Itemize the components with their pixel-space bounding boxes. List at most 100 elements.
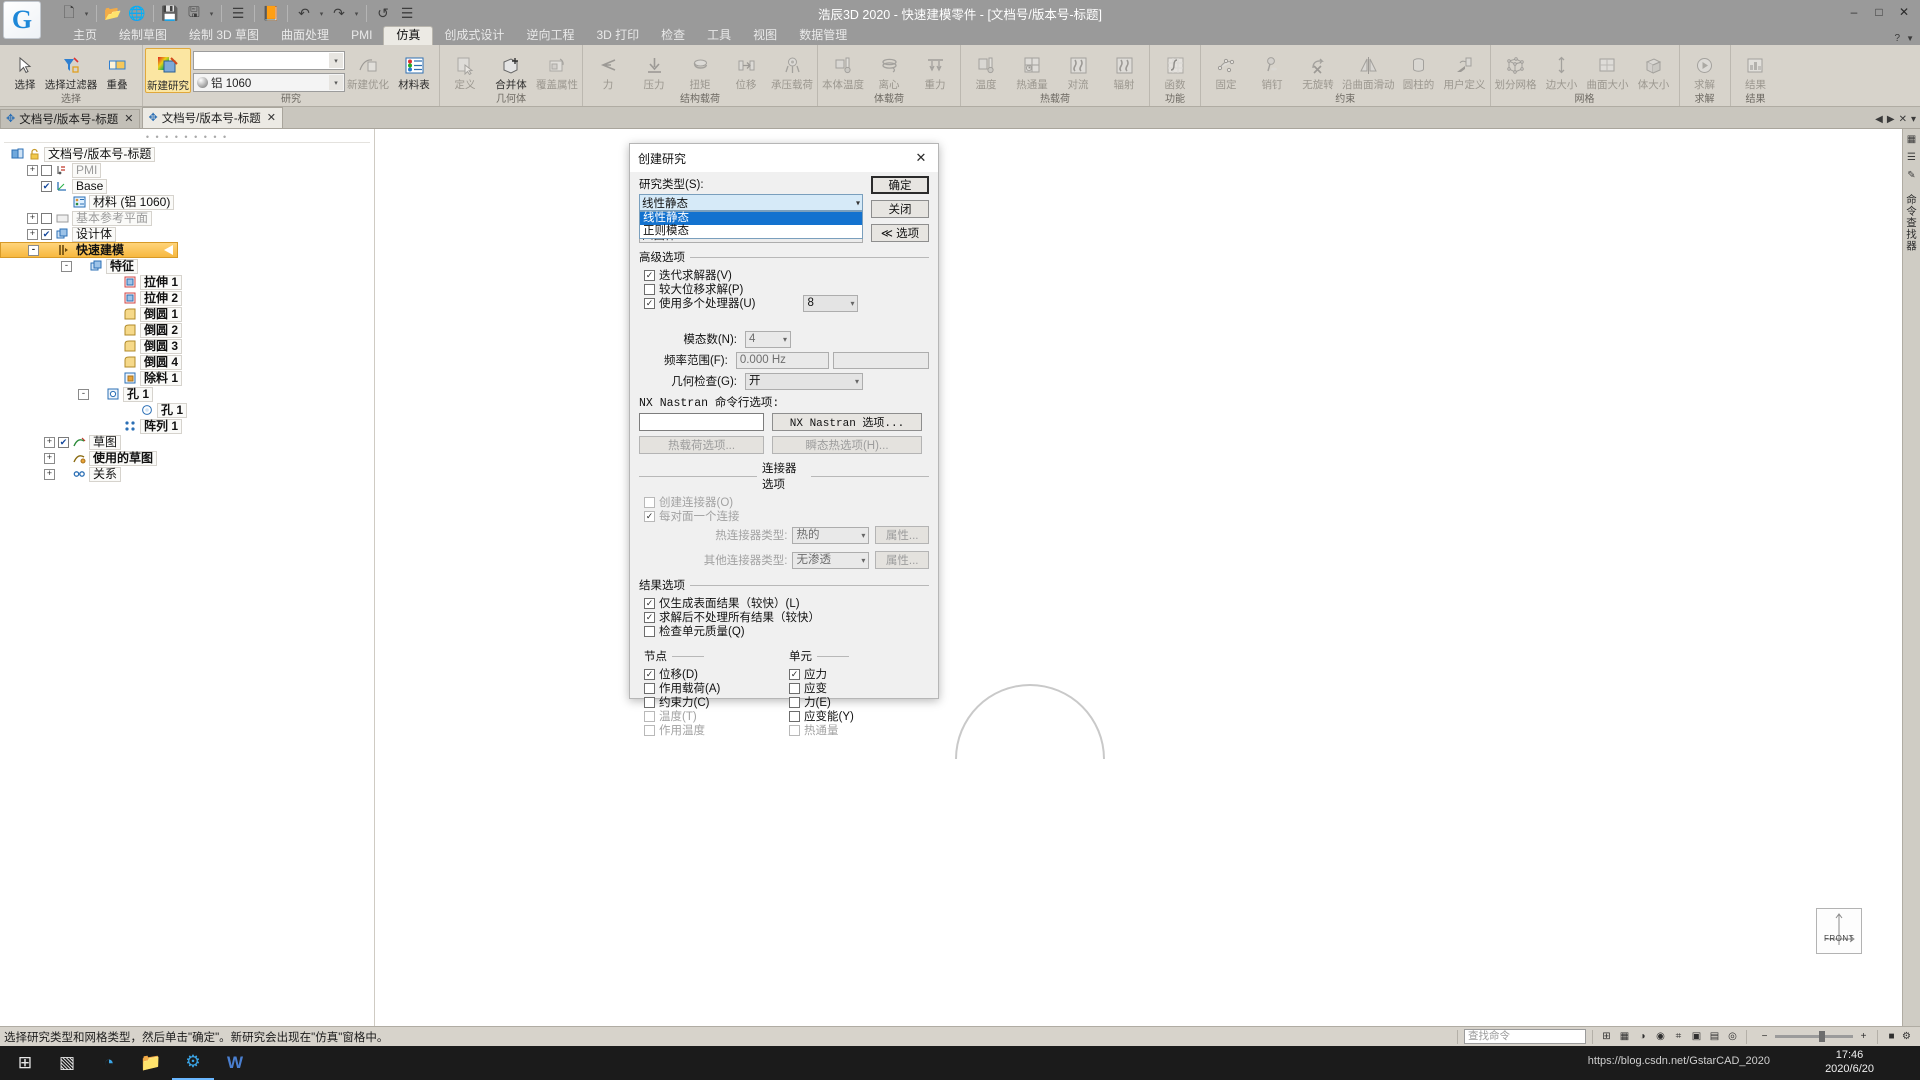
tab-sketch-2d[interactable]: 绘制草图 [108, 27, 178, 45]
panel-edit-icon[interactable]: ✎ [1904, 168, 1919, 183]
panel-list-icon[interactable]: ☰ [1904, 150, 1919, 165]
ribbon-button-surface-size[interactable]: 曲面大小 [1585, 48, 1631, 91]
tree-item-10[interactable]: 倒圆 1 [0, 306, 374, 322]
ribbon-button-temperature[interactable]: 温度 [963, 48, 1009, 91]
ribbon-button-select-filter[interactable]: 选择过滤器 [45, 48, 97, 91]
tree-item-19[interactable]: + 使用的草图 [0, 450, 374, 466]
tree-item-12[interactable]: 倒圆 3 [0, 338, 374, 354]
view-style-icon-3[interactable]: ◑ [1635, 1030, 1650, 1044]
view-style-icon-6[interactable]: ▣ [1689, 1030, 1704, 1044]
ok-button[interactable]: 确定 [871, 176, 929, 194]
new-file-icon[interactable]: 🗋 [58, 3, 80, 25]
close-document-icon[interactable]: ✕ [1899, 114, 1907, 125]
view-style-icon-4[interactable]: ◉ [1653, 1030, 1668, 1044]
tree-item-14[interactable]: 除料 1 [0, 370, 374, 386]
tab-reverse-engineering[interactable]: 逆向工程 [515, 27, 585, 45]
check-element-heat-flux[interactable]: 热通量 [789, 723, 919, 737]
nastran-command-input[interactable] [639, 413, 764, 431]
checkbox-icon[interactable] [644, 625, 655, 637]
scroll-right-icon[interactable]: ▶ [1887, 114, 1895, 125]
check-node-applied-load[interactable]: 作用载荷(A) [644, 681, 789, 695]
check-node-applied-temperature[interactable]: 作用温度 [644, 723, 789, 737]
3d-viewport[interactable]: FRONT ▦ ☰ ✎ 命令查找器 [375, 129, 1920, 1026]
tree-item-8[interactable]: 拉伸 1 [0, 274, 374, 290]
material-selector-combo[interactable]: 铝 1060 ▾ [193, 73, 345, 92]
checkbox-icon[interactable] [644, 283, 655, 295]
redo-icon[interactable]: ↷ [328, 3, 350, 25]
dropdown-option-normal-modes[interactable]: 正则模态 [640, 225, 862, 238]
geometry-check-combo[interactable]: 开 ▾ [745, 372, 863, 390]
checkbox-icon[interactable] [644, 696, 655, 708]
save-as-icon[interactable]: 🖫 [183, 3, 205, 25]
checkbox-icon[interactable] [644, 510, 655, 522]
checkbox-icon[interactable] [644, 668, 655, 680]
checkbox-icon[interactable] [644, 496, 655, 508]
close-icon[interactable]: ✕ [124, 112, 133, 125]
check-element-stress[interactable]: 应力 [789, 667, 919, 681]
checkbox-icon[interactable] [789, 682, 800, 694]
frequency-range-input[interactable]: 0.000 Hz [735, 351, 830, 369]
ribbon-button-heat-flux[interactable]: 热通量 [1009, 48, 1055, 91]
start-button-icon[interactable]: ⊞ [4, 1046, 46, 1080]
checkbox-icon[interactable] [789, 696, 800, 708]
ribbon-button-no-rotation[interactable]: 无旋转 [1295, 48, 1341, 91]
ribbon-button-edge-size[interactable]: 边大小 [1539, 48, 1585, 91]
new-dropdown-icon[interactable]: ▾ [82, 10, 91, 18]
other-connector-properties-button[interactable]: 属性... [875, 551, 930, 569]
chevron-down-icon[interactable]: ▾ [861, 528, 865, 543]
maximize-button[interactable]: □ [1867, 2, 1891, 22]
tree-item-9[interactable]: 拉伸 2 [0, 290, 374, 306]
tree-checkbox[interactable]: ✔ [58, 436, 69, 448]
tab-surface[interactable]: 曲面处理 [270, 27, 340, 45]
undo-dropdown-icon[interactable]: ▾ [317, 10, 326, 18]
ribbon-button-fixed[interactable]: 固定 [1203, 48, 1249, 91]
zoom-out-icon[interactable]: − [1757, 1030, 1772, 1044]
save-dropdown-icon[interactable]: ▾ [207, 10, 216, 18]
study-selector-combo[interactable]: ▾ [193, 51, 345, 70]
tab-data-management[interactable]: 数据管理 [788, 27, 858, 45]
ribbon-button-define[interactable]: 定义 [442, 48, 488, 91]
check-large-displacement[interactable]: 较大位移求解(P) [644, 282, 929, 296]
zoom-in-icon[interactable]: + [1856, 1030, 1871, 1044]
ribbon-help-icon[interactable]: ? [1895, 33, 1901, 44]
tab-generative-design[interactable]: 创成式设计 [433, 27, 515, 45]
tree-root-row[interactable]: 文档号/版本号-标题 [0, 146, 374, 162]
check-element-quality[interactable]: 检查单元质量(Q) [644, 624, 929, 638]
tab-inspect[interactable]: 检查 [650, 27, 696, 45]
minimize-button[interactable]: – [1842, 2, 1866, 22]
ribbon-button-slide-on-surface[interactable]: 沿曲面滑动 [1341, 48, 1396, 91]
chevron-down-icon[interactable]: ▾ [861, 553, 865, 568]
tree-item-3[interactable]: 材料 (铝 1060) [0, 194, 374, 210]
dialog-close-icon[interactable]: ✕ [908, 145, 934, 171]
tree-item-20[interactable]: + 关系 [0, 466, 374, 482]
tree-item-11[interactable]: 倒圆 2 [0, 322, 374, 338]
tree-item-15[interactable]: - 孔 1 [0, 386, 374, 402]
view-orientation-cube[interactable]: FRONT [1816, 908, 1862, 954]
tree-checkbox[interactable]: ✔ [41, 228, 52, 240]
chevron-down-icon[interactable]: ▾ [856, 198, 860, 207]
ribbon-button-convection[interactable]: 对流 [1055, 48, 1101, 91]
checkbox-icon[interactable] [644, 269, 655, 281]
tree-item-4[interactable]: + 基本参考平面 [0, 210, 374, 226]
check-node-displacement[interactable]: 位移(D) [644, 667, 789, 681]
tree-expander-icon[interactable]: + [27, 164, 38, 176]
web-icon[interactable]: 🌐 [126, 3, 148, 25]
task-view-icon[interactable]: ▧ [46, 1046, 88, 1080]
check-element-strain[interactable]: 应变 [789, 681, 919, 695]
ribbon-button-new-optimization[interactable]: 新建优化 [345, 48, 391, 91]
zoom-slider[interactable]: − + [1757, 1030, 1871, 1044]
other-connector-type-combo[interactable]: 无渗透 ▾ [792, 551, 870, 569]
checkbox-icon[interactable] [644, 724, 655, 736]
view-style-icon-2[interactable]: ▦ [1617, 1030, 1632, 1044]
ribbon-button-displacement[interactable]: 位移 [723, 48, 769, 91]
panel-grip[interactable]: • • • • • • • • • [4, 133, 370, 143]
check-no-postprocess[interactable]: 求解后不处理所有结果（较快） [644, 610, 929, 624]
ribbon-button-overlap[interactable]: 重叠 [94, 48, 140, 91]
gstarcad-icon[interactable]: ⚙ [172, 1046, 214, 1080]
close-button[interactable]: ✕ [1892, 2, 1916, 22]
transient-thermal-options-button[interactable]: 瞬态热选项(H)... [772, 436, 922, 454]
tree-item-5[interactable]: + ✔ 设计体 [0, 226, 374, 242]
tree-checkbox[interactable] [41, 212, 52, 224]
fit-view-icon[interactable]: ■ [1884, 1030, 1899, 1044]
ribbon-button-select[interactable]: 选择 [2, 48, 48, 91]
